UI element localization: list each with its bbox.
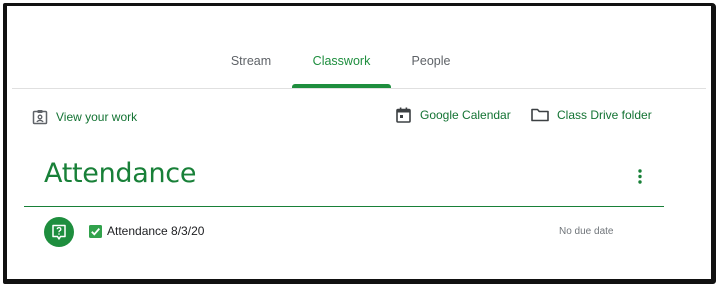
topic-divider xyxy=(24,206,664,207)
question-assignment-icon xyxy=(44,217,74,247)
more-options-icon[interactable] xyxy=(632,166,648,186)
view-your-work-link[interactable]: View your work xyxy=(32,109,137,125)
tab-stream[interactable]: Stream xyxy=(222,40,280,88)
item-due-date: No due date xyxy=(559,226,614,237)
item-title: Attendance 8/3/20 xyxy=(107,224,205,238)
tab-classwork[interactable]: Classwork xyxy=(292,40,391,88)
google-calendar-label: Google Calendar xyxy=(420,108,511,122)
tab-people[interactable]: People xyxy=(403,40,459,88)
topic-title: Attendance xyxy=(44,158,197,189)
view-your-work-label: View your work xyxy=(56,110,138,124)
class-tabs: Stream Classwork People xyxy=(0,40,719,88)
tabs-divider xyxy=(12,88,706,89)
google-calendar-link[interactable]: Google Calendar xyxy=(396,107,511,123)
class-drive-folder-label: Class Drive folder xyxy=(557,107,652,122)
checkbox-emoji-icon xyxy=(89,225,102,238)
class-drive-folder-link[interactable]: Class Drive folder xyxy=(531,107,652,122)
classwork-item[interactable]: Attendance 8/3/20 No due date xyxy=(24,210,664,256)
assignment-ind-icon xyxy=(32,110,48,125)
calendar-icon xyxy=(396,107,411,123)
folder-icon xyxy=(531,108,549,122)
